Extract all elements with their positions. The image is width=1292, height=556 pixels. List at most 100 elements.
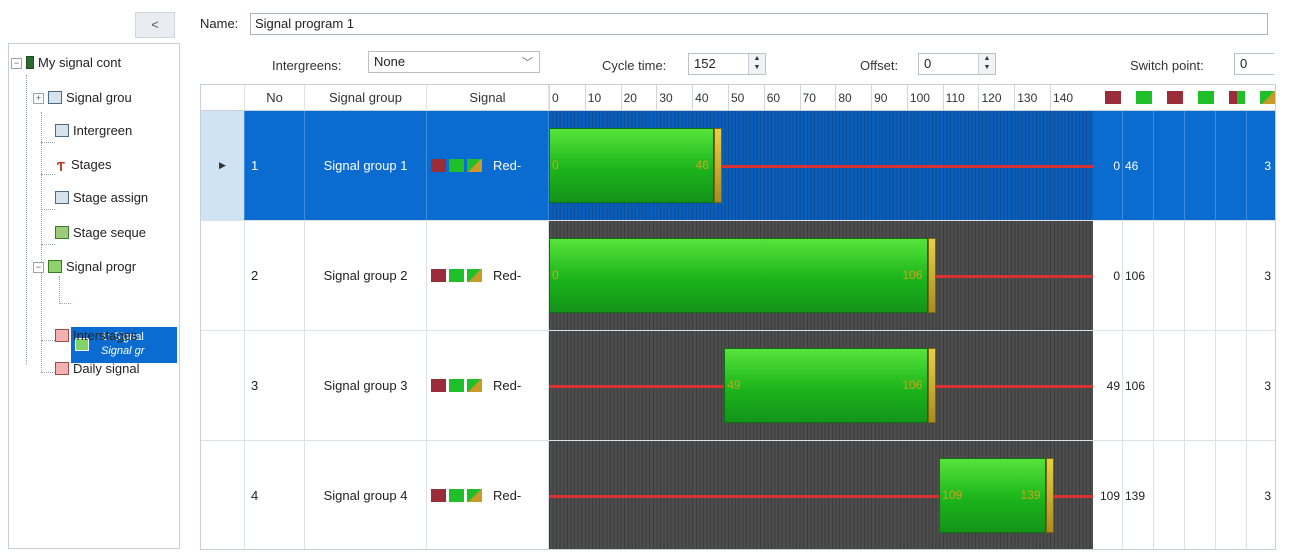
spinner-arrows-icon[interactable]: ▲ ▼ xyxy=(978,54,995,74)
red-amber-state-icon[interactable] xyxy=(1229,91,1245,104)
offset-spinner[interactable]: 0 ▲ ▼ xyxy=(918,53,996,75)
signal-group-cell[interactable]: Signal group 3 xyxy=(305,331,427,440)
tree-node-intergreen[interactable]: Intergreen xyxy=(55,120,132,142)
signal-groups-icon xyxy=(48,91,62,104)
green-phase-bar[interactable] xyxy=(549,128,714,203)
signal-sequence-text: Red- xyxy=(493,268,522,283)
green-end-cell[interactable]: 139 xyxy=(1123,441,1154,549)
tree-node-stage-assignment[interactable]: Stage assign xyxy=(55,187,148,209)
green-state-icon xyxy=(449,379,464,392)
program-name-input[interactable]: Signal program 1 xyxy=(250,13,1268,35)
green-start-cell[interactable]: 109 xyxy=(1093,441,1123,549)
navigation-panel: < − My signal cont + Signal grou Intergree… xyxy=(0,0,186,556)
green-start-cell[interactable]: 49 xyxy=(1093,331,1123,440)
green-end-cell[interactable]: 106 xyxy=(1123,331,1154,440)
state-cell[interactable] xyxy=(1154,221,1185,330)
row-selector[interactable]: ▶ xyxy=(201,111,245,220)
state-cell[interactable] xyxy=(1185,441,1216,549)
table-row[interactable]: 4 Signal group 4 Red- 109 139 109 139 3 xyxy=(201,441,1275,549)
spinner-arrows-icon[interactable]: ▲ ▼ xyxy=(748,54,765,74)
row-selector[interactable] xyxy=(201,441,245,549)
state-cell[interactable] xyxy=(1185,331,1216,440)
tree-node-signal-groups[interactable]: + Signal grou xyxy=(33,87,132,109)
row-selector[interactable] xyxy=(201,221,245,330)
state-cell[interactable] xyxy=(1216,221,1247,330)
timeline-tick xyxy=(799,85,801,111)
green-start-value: 49 xyxy=(1106,378,1120,393)
table-row[interactable]: ▶ 1 Signal group 1 Red- 0 46 0 46 3 xyxy=(201,111,1275,221)
row-selector[interactable] xyxy=(201,331,245,440)
timeline-tick-label: 130 xyxy=(1017,91,1038,105)
green-end-label: 106 xyxy=(902,377,923,392)
cycle-time-spinner[interactable]: 152 ▲ ▼ xyxy=(688,53,766,75)
tree-label: Intergreen xyxy=(73,123,133,138)
red-state-icon[interactable] xyxy=(1105,91,1121,104)
collapse-icon[interactable]: − xyxy=(33,262,44,273)
signal-group-cell[interactable]: Signal group 4 xyxy=(305,441,427,549)
tree-node-interstages[interactable]: Interstages xyxy=(55,325,137,347)
amber-duration-cell[interactable]: 3 xyxy=(1247,111,1275,220)
table-row[interactable]: 2 Signal group 2 Red- 0 106 0 106 3 xyxy=(201,221,1275,331)
intergreen-icon xyxy=(55,124,69,137)
signal-timeline-lane[interactable]: 49 106 xyxy=(549,331,1093,440)
timeline-tick xyxy=(835,85,837,111)
switch-point-input[interactable]: 0 xyxy=(1234,53,1274,75)
timeline-tick-label: 60 xyxy=(766,91,781,105)
column-header-signal[interactable]: Signal xyxy=(427,85,549,111)
tree-node-signal-programs[interactable]: − Signal progr xyxy=(33,256,136,278)
signal-timeline-lane[interactable]: 0 106 xyxy=(549,221,1093,330)
amber-state-icon[interactable] xyxy=(1260,91,1275,104)
signal-group-cell[interactable]: Signal group 2 xyxy=(305,221,427,330)
amber-duration-cell[interactable]: 3 xyxy=(1247,331,1275,440)
green-start-label: 0 xyxy=(552,157,559,172)
state-cell[interactable] xyxy=(1216,441,1247,549)
signal-cell[interactable]: Red- xyxy=(427,111,549,220)
signal-cell[interactable]: Red- xyxy=(427,221,549,330)
state-cell[interactable] xyxy=(1185,111,1216,220)
intergreens-dropdown[interactable]: None ﹀ xyxy=(368,51,540,73)
signal-timeline-lane[interactable]: 0 46 xyxy=(549,111,1093,220)
green-phase-bar[interactable] xyxy=(724,348,929,423)
column-header-signal-group[interactable]: Signal group xyxy=(305,85,427,111)
collapse-panel-button[interactable]: < xyxy=(135,12,175,38)
signal-group-cell[interactable]: Signal group 1 xyxy=(305,111,427,220)
tree-node-stages[interactable]: Ƭ Stages xyxy=(55,154,111,176)
green-end-cell[interactable]: 46 xyxy=(1123,111,1154,220)
state-cell[interactable] xyxy=(1154,111,1185,220)
collapse-icon[interactable]: − xyxy=(11,58,22,69)
green-phase-bar[interactable] xyxy=(549,238,929,313)
green-start-cell[interactable]: 0 xyxy=(1093,221,1123,330)
state-cell[interactable] xyxy=(1216,331,1247,440)
tree-label: Stage seque xyxy=(73,225,147,240)
state-cell[interactable] xyxy=(1185,221,1216,330)
green-end-cell[interactable]: 106 xyxy=(1123,221,1154,330)
signal-timeline-lane[interactable]: 109 139 xyxy=(549,441,1093,549)
amber-duration-value: 3 xyxy=(1264,488,1271,503)
green-state-icon[interactable] xyxy=(1136,91,1152,104)
state-cell[interactable] xyxy=(1154,331,1185,440)
amber-duration-cell[interactable]: 3 xyxy=(1247,441,1275,549)
timeline-tick xyxy=(871,85,873,111)
green-start-cell[interactable]: 0 xyxy=(1093,111,1123,220)
expand-icon[interactable]: + xyxy=(33,93,44,104)
green-state-icon[interactable] xyxy=(1198,91,1214,104)
state-cell[interactable] xyxy=(1154,441,1185,549)
amber-duration-cell[interactable]: 3 xyxy=(1247,221,1275,330)
signal-program-icon xyxy=(48,260,62,273)
row-number-text: 1 xyxy=(251,158,259,173)
signal-cell[interactable]: Red- xyxy=(427,441,549,549)
row-number-text: 3 xyxy=(251,378,259,393)
column-header-no[interactable]: No xyxy=(245,85,305,111)
table-row[interactable]: 3 Signal group 3 Red- 49 106 49 106 3 xyxy=(201,331,1275,441)
tree-node-controller[interactable]: − My signal cont xyxy=(11,52,121,74)
tree-node-stage-sequence[interactable]: Stage seque xyxy=(55,222,146,244)
tree-node-daily-signal[interactable]: Daily signal xyxy=(55,358,139,380)
offset-value: 0 xyxy=(924,56,932,71)
timeline-tick-label: 70 xyxy=(802,91,816,105)
signal-cell[interactable]: Red- xyxy=(427,331,549,440)
state-cell[interactable] xyxy=(1216,111,1247,220)
options-bar: Intergreens: None ﹀ Cycle time: 152 ▲ ▼ O… xyxy=(190,50,1292,80)
amber-state-icon xyxy=(467,379,482,392)
timeline-tick xyxy=(942,85,944,111)
red-state-icon[interactable] xyxy=(1167,91,1183,104)
